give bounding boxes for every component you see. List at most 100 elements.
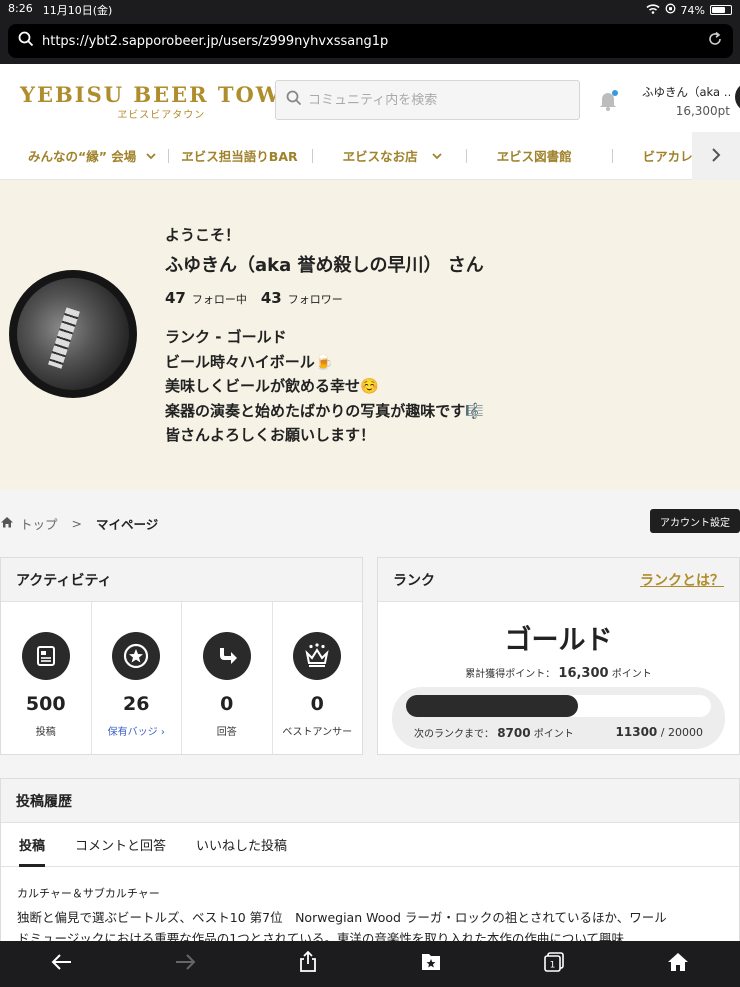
- following-count[interactable]: 47: [165, 289, 186, 307]
- logo-sub-text: ヱビスビアタウン: [117, 110, 206, 121]
- nav-divider: [611, 148, 613, 163]
- breadcrumb-separator: >: [71, 516, 82, 531]
- welcome-text: ようこそ！: [165, 226, 241, 244]
- activity-value: 500: [25, 693, 66, 715]
- user-name: ふゆきん（aka …: [642, 85, 730, 99]
- share-icon[interactable]: [298, 950, 318, 977]
- accum-label: 累計獲得ポイント：: [465, 669, 556, 680]
- search-icon: [18, 31, 34, 51]
- profile-name: ふゆきん（aka 誉め殺しの早川） さん: [165, 255, 484, 276]
- rank-name: ゴールド: [504, 625, 613, 656]
- follow-stats: 47 フォロー中 43 フォロワー: [165, 289, 484, 307]
- header-avatar[interactable]: [735, 82, 740, 112]
- next-unit: ポイント: [533, 729, 574, 740]
- back-icon[interactable]: [51, 953, 73, 975]
- orientation-lock-icon: [665, 3, 676, 17]
- activity-label: 回答: [216, 727, 237, 738]
- community-search[interactable]: [275, 80, 580, 120]
- chevron-right-icon: ›: [160, 727, 165, 738]
- rank-info-link[interactable]: ランクとは？: [640, 570, 724, 590]
- nav-item-talk-bar[interactable]: ヱビス担当語りBAR: [181, 146, 297, 165]
- search-input[interactable]: [308, 92, 558, 108]
- chevron-right-icon: [711, 147, 721, 165]
- notification-bell-icon[interactable]: [596, 88, 620, 116]
- activity-label: 投稿: [35, 727, 56, 738]
- status-date: 11月10日(金): [42, 4, 113, 17]
- accum-unit: ポイント: [611, 669, 652, 680]
- reload-icon[interactable]: [707, 31, 723, 51]
- forward-icon[interactable]: [174, 953, 196, 975]
- current-points: 11300: [615, 725, 658, 739]
- nav-item-label: ヱビス図書館: [496, 149, 572, 164]
- status-time: 8:26: [8, 2, 33, 15]
- tab-comments-answers[interactable]: コメントと回答: [75, 823, 166, 867]
- activity-answers: 0 回答: [182, 602, 273, 754]
- activity-title: アクティビティ: [1, 558, 362, 602]
- site-logo[interactable]: YEBISU BEER TOWN ヱビスビアタウン: [20, 82, 303, 121]
- tab-posts[interactable]: 投稿: [19, 823, 46, 867]
- chevron-down-icon: [432, 148, 442, 163]
- tabs-icon[interactable]: 1: [543, 951, 565, 977]
- wifi-icon: [646, 3, 660, 17]
- profile-bio: ランク - ゴールド ビール時々ハイボール🍺 美味しくビールが飲める幸せ☺️ 楽…: [165, 325, 484, 448]
- nav-scroll-right-button[interactable]: [692, 132, 740, 180]
- bio-line: ビール時々ハイボール🍺: [165, 352, 334, 371]
- url-text[interactable]: https://ybt2.sapporobeer.jp/users/z999ny…: [42, 34, 707, 49]
- activity-posts: 500 投稿: [1, 602, 92, 754]
- home-icon[interactable]: [0, 516, 14, 531]
- search-icon: [286, 90, 302, 110]
- home-icon[interactable]: [667, 952, 689, 976]
- nav-item-library[interactable]: ヱビス図書館: [497, 146, 572, 165]
- nav-divider: [311, 148, 313, 163]
- target-points: 20000: [668, 726, 703, 739]
- activity-value: 0: [220, 693, 234, 715]
- rank-progress: 次のランクまで： 8700 ポイント 11300 / 20000: [392, 687, 725, 749]
- battery-percent: 74%: [680, 3, 705, 17]
- slash: /: [660, 726, 665, 739]
- follower-count[interactable]: 43: [261, 289, 282, 307]
- list-item[interactable]: カルチャー＆サブカルチャー 独断と偏見で選ぶビートルズ、ベスト10 第7位 No…: [1, 885, 739, 947]
- nav-item-beer-calendar[interactable]: ビアカレ: [643, 146, 693, 165]
- activity-value: 0: [310, 693, 324, 715]
- nav-item-shops[interactable]: ヱビスなお店: [343, 146, 442, 165]
- breadcrumb-home[interactable]: トップ: [20, 514, 58, 533]
- next-rank-points: 次のランクまで： 8700 ポイント: [414, 725, 574, 740]
- user-menu[interactable]: ふゆきん（aka … 16,300pt: [642, 84, 730, 118]
- follower-label[interactable]: フォロワー: [288, 291, 343, 307]
- accumulated-points: 累計獲得ポイント： 16,300 ポイント: [378, 665, 739, 681]
- accum-value: 16,300: [558, 666, 609, 681]
- rank-panel: ランク ランクとは？ ゴールド 累計獲得ポイント： 16,300 ポイント 次の…: [377, 557, 740, 755]
- bio-line: 楽器の演奏と始めたばかりの写真が趣味です🎼: [165, 401, 484, 420]
- progress-fill: [406, 695, 579, 717]
- post-icon: [21, 632, 70, 680]
- next-value: 8700: [497, 726, 531, 740]
- tab-liked-posts[interactable]: いいねした投稿: [196, 823, 287, 867]
- breadcrumb: トップ > マイページ: [0, 514, 158, 533]
- badges-link[interactable]: 保有バッジ ›: [108, 723, 165, 738]
- posts-history-panel: 投稿履歴 投稿 コメントと回答 いいねした投稿 カルチャー＆サブカルチャー 独断…: [0, 778, 740, 948]
- reply-icon: [202, 632, 251, 680]
- chevron-down-icon: [146, 148, 156, 163]
- profile-avatar: [9, 270, 137, 398]
- status-bar: 8:26 11月10日(金) 74%: [0, 0, 740, 20]
- nav-item-en-venue[interactable]: みんなの“縁” 会場: [28, 146, 156, 165]
- crown-icon: [293, 632, 342, 680]
- account-settings-button[interactable]: アカウント設定: [650, 509, 740, 533]
- activity-best-answers: 0 ベストアンサー: [273, 602, 363, 754]
- bio-line: 皆さんよろしくお願いします！: [165, 426, 376, 444]
- breadcrumb-current: マイページ: [96, 517, 159, 532]
- nav-divider: [168, 148, 170, 163]
- activity-badges: 26 保有バッジ ›: [92, 602, 182, 754]
- address-bar[interactable]: https://ybt2.sapporobeer.jp/users/z999ny…: [8, 24, 733, 58]
- following-label[interactable]: フォロー中: [192, 291, 247, 307]
- nav-item-label: ヱビス担当語りBAR: [181, 149, 298, 164]
- bio-line: ランク - ゴールド: [165, 328, 287, 346]
- nav-item-label: ヱビスなお店: [342, 149, 418, 164]
- rank-title: ランク: [393, 572, 435, 589]
- main-nav: みんなの“縁” 会場 ヱビス担当語りBAR ヱビスなお店 ヱビス図書館 ビアカレ: [0, 132, 740, 180]
- posts-history-title: 投稿履歴: [1, 779, 739, 823]
- activity-label: ベストアンサー: [282, 727, 353, 738]
- next-label: 次のランクまで：: [414, 729, 494, 740]
- site-header: YEBISU BEER TOWN ヱビスビアタウン ふゆきん（aka … 16,…: [0, 64, 740, 132]
- bookmarks-icon[interactable]: [420, 952, 442, 976]
